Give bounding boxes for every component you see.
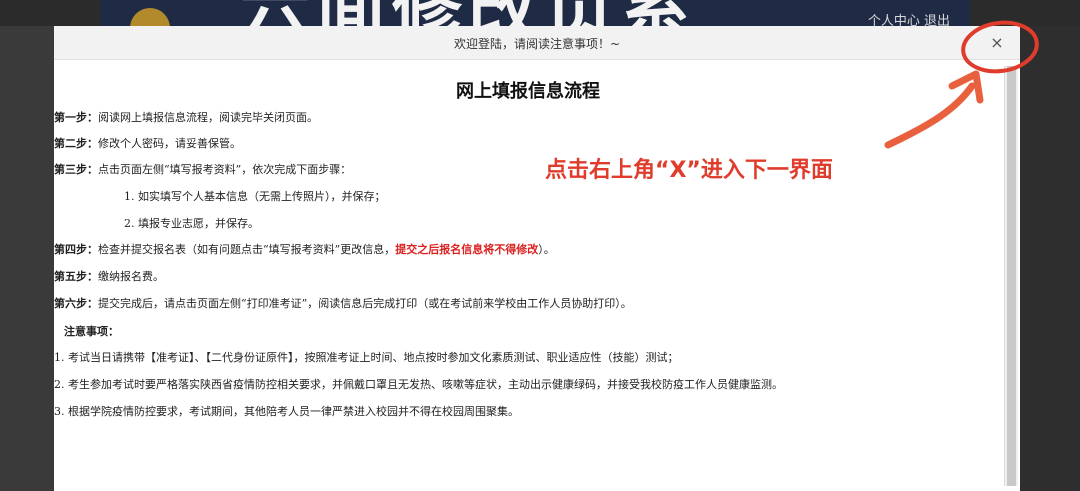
step-5: 第五步：缴纳报名费。 xyxy=(54,268,164,284)
document-title: 网上填报信息流程 xyxy=(456,81,600,102)
step-text: 点击页面左侧“填写报考资料”，依次完成下面步骤： xyxy=(98,163,352,176)
note-1: 1. 考试当日请携带【准考证】、【二代身份证原件】，按照准考证上时间、地点按时参… xyxy=(54,351,679,364)
step-label: 第一步： xyxy=(54,111,98,124)
step-text: 缴纳报名费。 xyxy=(98,270,164,283)
note-3: 3. 根据学院疫情防控要求，考试期间，其他陪考人员一律严禁进入校园并不得在校园周… xyxy=(54,405,519,418)
modal-title: 欢迎登陆，请阅读注意事项！~ xyxy=(453,37,621,51)
background-left xyxy=(0,26,54,491)
step-text: 阅读网上填报信息流程，阅读完毕关闭页面。 xyxy=(98,111,318,124)
warning-text: 提交之后报名信息将不得修改 xyxy=(395,243,539,256)
step-4: 第四步：检查并提交报名表（如有问题点击“填写报考资料”更改信息，提交之后报名信息… xyxy=(54,241,555,257)
step-text: 修改个人密码，请妥善保管。 xyxy=(98,137,241,150)
step-2: 第二步：修改个人密码，请妥善保管。 xyxy=(54,135,241,151)
background-banner-text: 六面修改页系 xyxy=(240,0,696,26)
notice-modal: 欢迎登陆，请阅读注意事项！~ × 网上填报信息流程 第一步：阅读网上填报信息流程… xyxy=(54,26,1020,491)
scrollbar[interactable] xyxy=(1004,66,1018,486)
step-label: 第六步： xyxy=(54,297,98,310)
notes-title: 注意事项： xyxy=(64,323,119,339)
substep-2: 2. 填报专业志愿，并保存。 xyxy=(124,217,259,230)
step-text: 检查并提交报名表（如有问题点击“填写报考资料”更改信息， xyxy=(98,243,396,256)
scrollbar-thumb[interactable] xyxy=(1007,66,1016,486)
background-right xyxy=(1020,26,1080,491)
step-text: 提交完成后，请点击页面左侧“打印准考证”，阅读信息后完成打印（或在考试前来学校由… xyxy=(98,297,632,310)
step-label: 第四步： xyxy=(54,243,98,256)
school-logo xyxy=(130,8,170,26)
annotation-text: 点击右上角“X”进入下一界面 xyxy=(545,158,833,183)
step-6: 第六步：提交完成后，请点击页面左侧“打印准考证”，阅读信息后完成打印（或在考试前… xyxy=(54,295,632,311)
step-3: 第三步：点击页面左侧“填写报考资料”，依次完成下面步骤： xyxy=(54,161,351,177)
step-label: 第三步： xyxy=(54,163,98,176)
note-2: 2. 考生参加考试时要严格落实陕西省疫情防控相关要求，并佩戴口罩且无发热、咳嗽等… xyxy=(54,378,783,391)
step-label: 第五步： xyxy=(54,270,98,283)
background-header: 六面修改页系 个人中心 退出 xyxy=(100,0,970,26)
step-text-tail: ）。 xyxy=(538,243,555,256)
modal-title-bar: 欢迎登陆，请阅读注意事项！~ × xyxy=(54,26,1020,60)
notes-title-text: 注意事项： xyxy=(64,325,119,338)
step-1: 第一步：阅读网上填报信息流程，阅读完毕关闭页面。 xyxy=(54,109,318,125)
close-button[interactable]: × xyxy=(986,32,1008,54)
step-label: 第二步： xyxy=(54,137,98,150)
substep-1: 1. 如实填写个人基本信息（无需上传照片），并保存； xyxy=(124,190,386,203)
background-header-links: 个人中心 退出 xyxy=(867,14,950,26)
